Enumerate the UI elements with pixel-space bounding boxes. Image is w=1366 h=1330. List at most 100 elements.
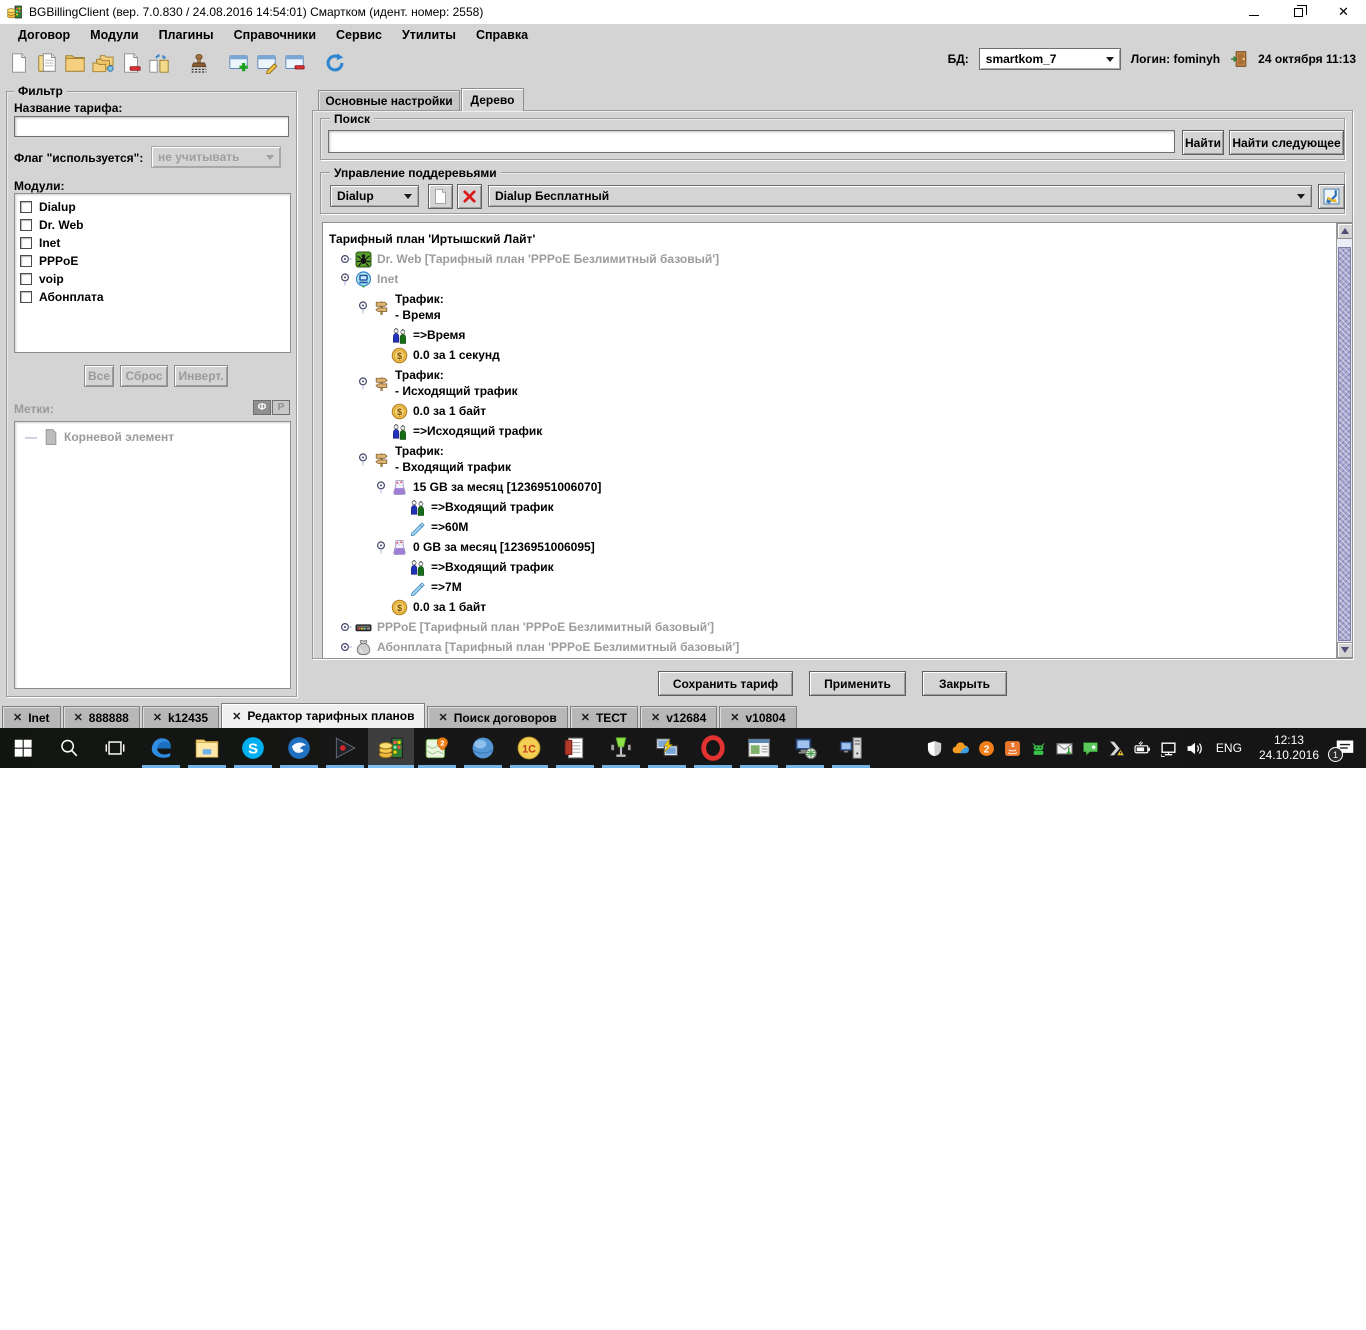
tree-node[interactable]: =>60M	[329, 517, 1334, 537]
tree-node[interactable]: =>Входящий трафик	[329, 557, 1334, 577]
tree-node-traffic-time[interactable]: Трафик: - Время	[329, 289, 1334, 325]
tab-main-settings[interactable]: Основные настройки	[318, 90, 460, 111]
taskbar-app-network-computer[interactable]	[782, 728, 828, 768]
expand-handle-icon[interactable]	[357, 452, 371, 466]
tab-test[interactable]: ✕ ТЕСТ	[569, 706, 638, 728]
minimize-button[interactable]	[1231, 0, 1276, 24]
warning-icon[interactable]	[1108, 740, 1125, 757]
taskbar-app-computer[interactable]	[828, 728, 874, 768]
taskbar-app-2gis[interactable]	[414, 728, 460, 768]
window-remove-button[interactable]	[282, 50, 308, 76]
taskbar-app-explorer[interactable]	[184, 728, 230, 768]
network-icon[interactable]	[1160, 740, 1177, 757]
close-icon[interactable]: ✕	[74, 711, 83, 724]
tab-tree[interactable]: Дерево	[461, 88, 524, 111]
restore-button[interactable]	[1276, 0, 1321, 24]
tree-node[interactable]: =>Входящий трафик	[329, 497, 1334, 517]
tab-v10804[interactable]: ✕ v10804	[719, 706, 797, 728]
module-item-voip[interactable]: voip	[15, 270, 290, 288]
taskbar-search-button[interactable]	[46, 728, 92, 768]
subtree-tariff-combo[interactable]: Dialup Бесплатный	[488, 185, 1312, 207]
subtree-new-button[interactable]	[428, 184, 453, 209]
module-item-abonplata[interactable]: Абонплата	[15, 288, 290, 306]
scroll-down-button[interactable]	[1337, 642, 1352, 658]
taskbar-app-sphere[interactable]	[460, 728, 506, 768]
menu-servis[interactable]: Сервис	[326, 26, 392, 44]
task-view-button[interactable]	[92, 728, 138, 768]
taskbar-app-edge[interactable]	[138, 728, 184, 768]
close-icon[interactable]: ✕	[153, 711, 162, 724]
search-input[interactable]	[328, 130, 1175, 153]
language-indicator[interactable]: ENG	[1212, 741, 1246, 755]
menu-plugins[interactable]: Плагины	[149, 26, 224, 44]
taskbar-app-thunderbird[interactable]	[276, 728, 322, 768]
close-icon[interactable]: ✕	[232, 710, 241, 723]
module-item-dialup[interactable]: Dialup	[15, 198, 290, 216]
subtree-module-combo[interactable]: Dialup	[330, 185, 419, 207]
close-icon[interactable]: ✕	[730, 711, 739, 724]
exit-door-icon[interactable]	[1230, 50, 1248, 68]
checkbox-icon[interactable]	[20, 273, 32, 285]
tariff-name-input[interactable]	[14, 116, 289, 137]
taskbar-clock[interactable]: 12:13 24.10.2016	[1255, 733, 1323, 763]
checkbox-icon[interactable]	[20, 219, 32, 231]
robot-icon[interactable]	[1030, 740, 1047, 757]
scroll-up-button[interactable]	[1337, 223, 1352, 239]
expand-handle-icon[interactable]	[339, 252, 353, 266]
expand-handle-icon[interactable]	[339, 272, 353, 286]
tab-tariff-editor[interactable]: ✕ Редактор тарифных планов	[221, 703, 426, 728]
labels-root-item[interactable]: — Корневой элемент	[15, 422, 290, 445]
java-icon[interactable]	[1004, 740, 1021, 757]
cloud-icon[interactable]	[952, 740, 969, 757]
expand-handle-icon[interactable]	[357, 376, 371, 390]
filter-r-button[interactable]: Р	[272, 400, 290, 415]
close-icon[interactable]: ✕	[438, 711, 447, 724]
find-button[interactable]: Найти	[1182, 130, 1224, 155]
module-item-inet[interactable]: Inet	[15, 234, 290, 252]
find-next-button[interactable]: Найти следующее	[1229, 130, 1344, 155]
tree-node[interactable]: =>Исходящий трафик	[329, 421, 1334, 441]
module-item-pppoe[interactable]: PPPoE	[15, 252, 290, 270]
filter-f-button[interactable]: Ф	[253, 400, 271, 415]
tab-k12435[interactable]: ✕ k12435	[141, 706, 220, 728]
tree-node[interactable]: 0.0 за 1 байт	[329, 401, 1334, 421]
tree-node-traffic-in[interactable]: Трафик: - Входящий трафик	[329, 441, 1334, 477]
taskbar-app-media-player[interactable]	[322, 728, 368, 768]
open-folder-button[interactable]	[62, 50, 88, 76]
tree-node[interactable]: =>7M	[329, 577, 1334, 597]
delete-document-button[interactable]	[118, 50, 144, 76]
menu-spravka[interactable]: Справка	[466, 26, 538, 44]
folders-button[interactable]	[90, 50, 116, 76]
close-icon[interactable]: ✕	[651, 711, 660, 724]
battery-icon[interactable]	[1134, 740, 1151, 757]
transfer-documents-button[interactable]	[146, 50, 172, 76]
tab-contract-search[interactable]: ✕ Поиск договоров	[427, 706, 568, 728]
menu-dogovor[interactable]: Договор	[8, 26, 80, 44]
chat-icon[interactable]	[1082, 740, 1099, 757]
tree-node[interactable]: =>Время	[329, 325, 1334, 345]
menu-spravochniki[interactable]: Справочники	[224, 26, 326, 44]
tree-node-root[interactable]: Тарифный план 'Иртышский Лайт'	[329, 229, 1334, 249]
flag-combo[interactable]: не учитывать	[151, 146, 281, 168]
tab-v12684[interactable]: ✕ v12684	[640, 706, 718, 728]
notification-center-button[interactable]: 1	[1328, 736, 1358, 762]
vertical-scrollbar[interactable]	[1336, 223, 1352, 658]
refresh-button[interactable]	[322, 50, 348, 76]
tab-inet[interactable]: ✕ Inet	[2, 706, 61, 728]
all-button[interactable]: Все	[84, 365, 114, 387]
taskbar-app-bgbilling[interactable]	[368, 728, 414, 768]
tree-node-15gb[interactable]: 15 GB за месяц [1236951006070]	[329, 477, 1334, 497]
taskbar-app-document[interactable]	[552, 728, 598, 768]
tree-node-inet[interactable]: Inet	[329, 269, 1334, 289]
save-tariff-button[interactable]: Сохранить тариф	[658, 671, 793, 696]
scrollbar-thumb[interactable]	[1338, 247, 1351, 641]
menu-utility[interactable]: Утилиты	[392, 26, 466, 44]
tree-node[interactable]: 0.0 за 1 секунд	[329, 345, 1334, 365]
subtree-delete-button[interactable]	[457, 184, 482, 209]
close-tab-button[interactable]: Закрыть	[922, 671, 1007, 696]
menu-moduli[interactable]: Модули	[80, 26, 148, 44]
checkbox-icon[interactable]	[20, 237, 32, 249]
apply-button[interactable]: Применить	[809, 671, 906, 696]
window-add-button[interactable]	[226, 50, 252, 76]
mail-icon[interactable]	[1056, 740, 1073, 757]
